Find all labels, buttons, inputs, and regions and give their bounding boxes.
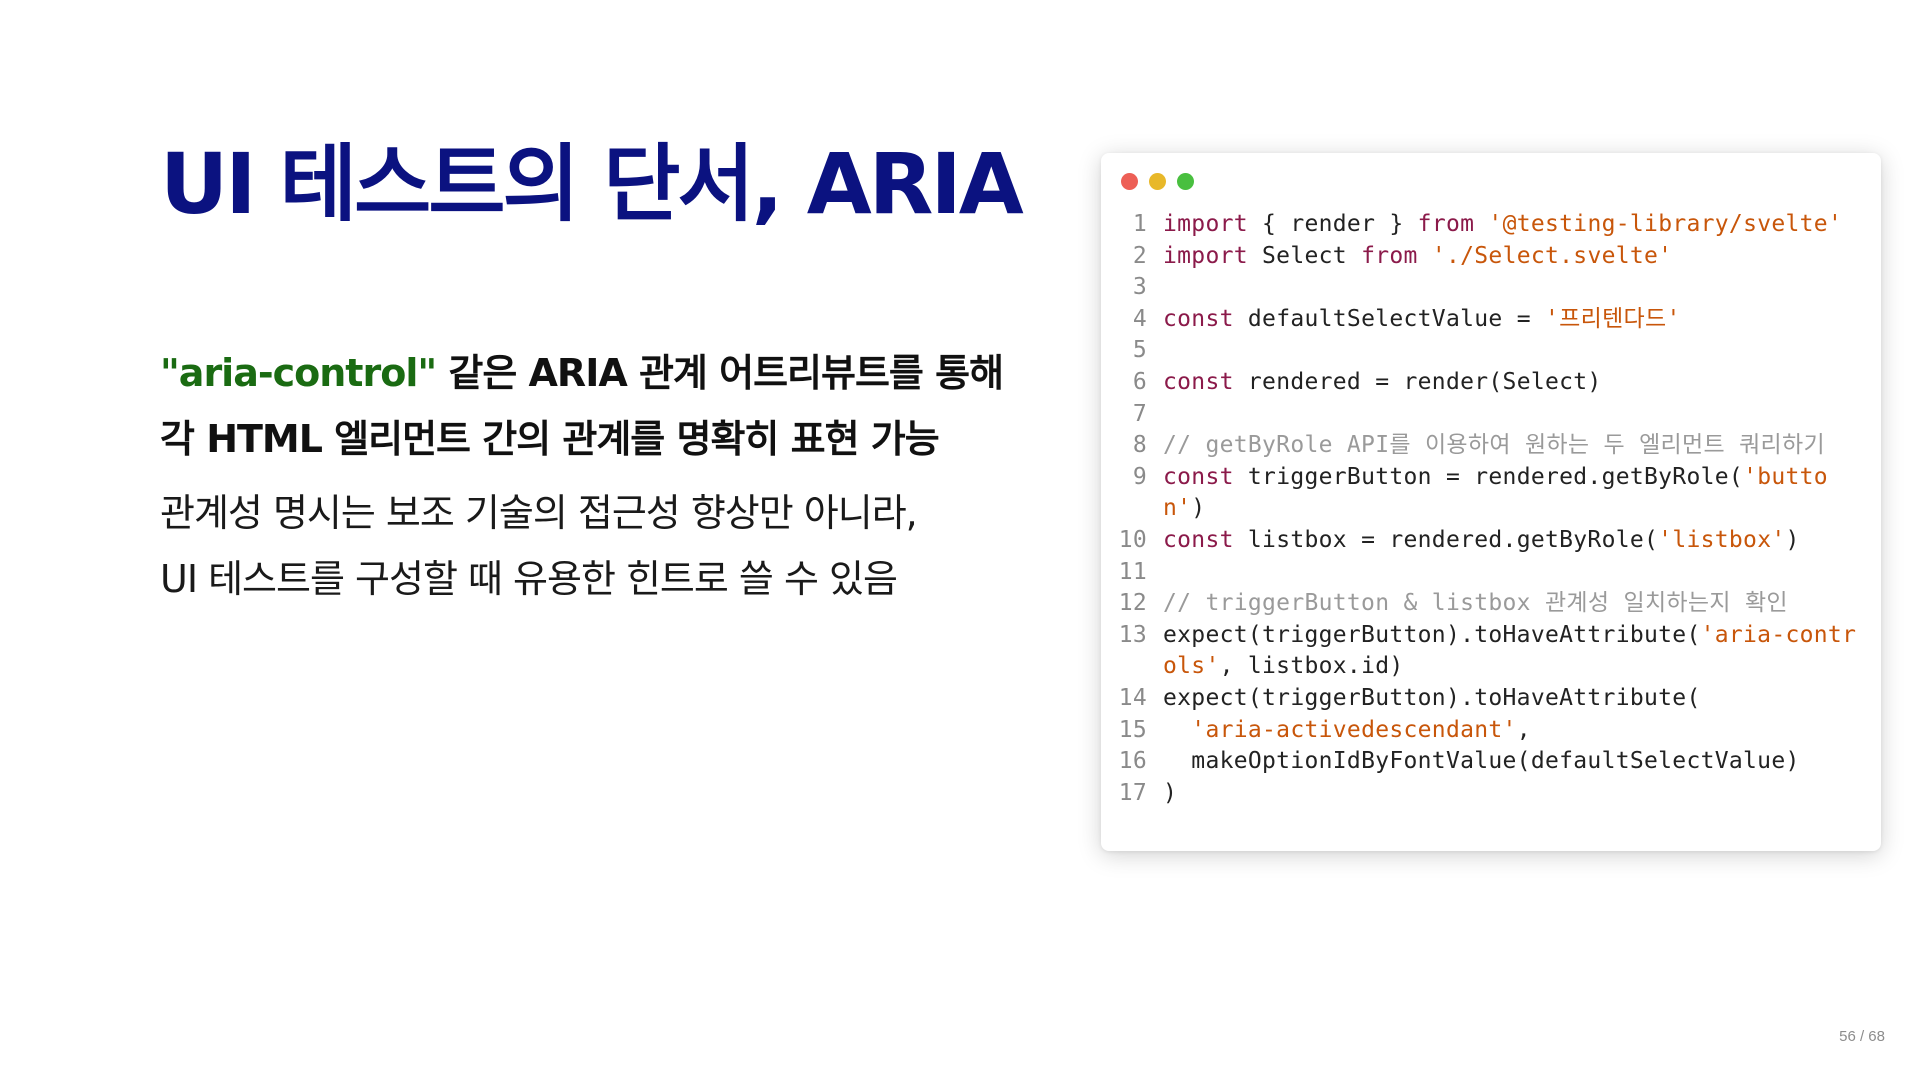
code-line: 5	[1101, 335, 1881, 367]
code-text: expect(triggerButton).toHaveAttribute('a…	[1163, 620, 1863, 683]
line-number: 4	[1132, 305, 1147, 332]
code-plain: triggerButton = rendered.getByRole(	[1233, 463, 1744, 490]
maximize-dot-icon	[1177, 173, 1194, 190]
code-line: 15 'aria-activedescendant',	[1101, 715, 1881, 747]
code-line: 11	[1101, 557, 1881, 589]
code-plain: rendered = render(Select)	[1233, 368, 1602, 395]
line-number: 15	[1118, 716, 1147, 743]
code-text: // getByRole API를 이용하여 원하는 두 엘리먼트 쿼리하기	[1163, 430, 1863, 462]
code-text: import { render } from '@testing-library…	[1163, 209, 1863, 241]
code-line: 2 import Select from './Select.svelte'	[1101, 241, 1881, 273]
code-keyword: const	[1163, 368, 1234, 395]
code-line: 14 expect(triggerButton).toHaveAttribute(	[1101, 683, 1881, 715]
line-number: 1	[1132, 211, 1147, 237]
code-line: 10 const listbox = rendered.getByRole('li…	[1101, 525, 1881, 557]
code-plain: ,	[1516, 716, 1531, 743]
code-keyword: from	[1417, 211, 1475, 237]
line-number: 10	[1118, 526, 1147, 553]
code-text: 'aria-activedescendant',	[1163, 715, 1863, 747]
code-text: makeOptionIdByFontValue(defaultSelectVal…	[1163, 746, 1863, 778]
code-plain: )	[1163, 779, 1178, 806]
code-plain: { render }	[1247, 211, 1418, 237]
code-string: 'aria-activedescendant'	[1191, 716, 1517, 743]
code-string: '프리텐다드'	[1545, 305, 1681, 332]
line-number: 8	[1132, 432, 1147, 459]
code-plain: listbox = rendered.getByRole(	[1233, 526, 1659, 553]
lead-line-2: 각 HTML 엘리먼트 간의 관계를 명확히 표현 가능	[160, 417, 940, 461]
line-number: 16	[1118, 748, 1147, 775]
code-text: expect(triggerButton).toHaveAttribute(	[1163, 683, 1863, 715]
code-string: './Select.svelte'	[1431, 242, 1673, 269]
line-number: 9	[1132, 463, 1147, 490]
code-line: 16 makeOptionIdByFontValue(defaultSelect…	[1101, 746, 1881, 778]
code-comment: // getByRole API를 이용하여 원하는 두 엘리먼트 쿼리하기	[1163, 432, 1825, 459]
code-line: 6 const rendered = render(Select)	[1101, 367, 1881, 399]
line-number: 12	[1118, 590, 1147, 617]
code-plain: defaultSelectValue =	[1233, 305, 1545, 332]
code-line: 13 expect(triggerButton).toHaveAttribute(…	[1101, 620, 1881, 683]
code-text: const listbox = rendered.getByRole('list…	[1163, 525, 1863, 557]
code-string: '@testing-library/svelte'	[1488, 211, 1843, 237]
code-string: 'listbox'	[1658, 526, 1786, 553]
line-number: 13	[1118, 621, 1147, 648]
code-plain	[1163, 717, 1191, 743]
minimize-dot-icon	[1149, 173, 1166, 190]
code-plain	[1418, 243, 1432, 269]
code-keyword: from	[1361, 242, 1418, 269]
line-number: 7	[1132, 400, 1147, 427]
code-line: 7	[1101, 399, 1881, 431]
code-line: 17)	[1101, 778, 1881, 810]
line-number: 11	[1118, 558, 1147, 585]
code-comment: // triggerButton & listbox 관계성 일치하는지 확인	[1163, 590, 1788, 617]
code-keyword: const	[1163, 463, 1234, 490]
line-number: 5	[1132, 337, 1147, 364]
code-block: 1 import { render } from '@testing-librar…	[1101, 209, 1881, 809]
line-number: 3	[1132, 274, 1147, 301]
code-text: import Select from './Select.svelte'	[1163, 241, 1863, 273]
code-plain: makeOptionIdByFontValue(defaultSelectVal…	[1163, 748, 1800, 775]
code-keyword: import	[1163, 242, 1248, 269]
code-keyword: import	[1163, 211, 1248, 237]
code-line: 12 // triggerButton & listbox 관계성 일치하는지 확…	[1101, 588, 1881, 620]
code-keyword: const	[1163, 305, 1234, 332]
code-plain: expect(triggerButton).toHaveAttribute(	[1163, 621, 1701, 648]
sub-text: 관계성 명시는 보조 기술의 접근성 향상만 아니라, UI 테스트를 구성할 …	[160, 480, 1060, 612]
code-text: const defaultSelectValue = '프리텐다드'	[1163, 304, 1863, 336]
page-number: 56 / 68	[1839, 1028, 1885, 1045]
code-plain: , listbox.id)	[1219, 653, 1404, 680]
code-line: 8 // getByRole API를 이용하여 원하는 두 엘리먼트 쿼리하기	[1101, 430, 1881, 462]
lead-text: "aria-control" 같은 ARIA 관계 어트리뷰트를 통해 각 HT…	[160, 340, 1060, 472]
lead-line-1: "aria-control" 같은 ARIA 관계 어트리뷰트를 통해	[160, 340, 1060, 406]
code-plain: expect(triggerButton).toHaveAttribute(	[1163, 684, 1701, 711]
code-line: 3	[1101, 272, 1881, 304]
line-number: 2	[1132, 242, 1147, 269]
code-text: // triggerButton & listbox 관계성 일치하는지 확인	[1163, 588, 1863, 620]
code-plain: Select	[1247, 242, 1362, 269]
code-text: const rendered = render(Select)	[1163, 367, 1863, 399]
code-plain: )	[1191, 495, 1206, 522]
code-line: 1 import { render } from '@testing-librar…	[1101, 209, 1881, 241]
close-dot-icon	[1121, 173, 1138, 190]
code-text: )	[1163, 778, 1863, 810]
lead-line-1-rest: 같은 ARIA 관계 어트리뷰트를 통해	[436, 351, 1004, 395]
line-number: 17	[1118, 779, 1147, 806]
code-keyword: const	[1163, 526, 1234, 553]
aria-control-highlight: "aria-control"	[160, 351, 437, 395]
code-line: 4 const defaultSelectValue = '프리텐다드'	[1101, 304, 1881, 336]
sub-line-2: UI 테스트를 구성할 때 유용한 힌트로 쓸 수 있음	[160, 557, 898, 601]
window-controls	[1121, 173, 1194, 190]
code-text: const triggerButton = rendered.getByRole…	[1163, 462, 1863, 525]
code-line: 9 const triggerButton = rendered.getByRol…	[1101, 462, 1881, 525]
sub-line-1: 관계성 명시는 보조 기술의 접근성 향상만 아니라,	[160, 491, 918, 535]
line-number: 6	[1132, 368, 1147, 395]
slide-title: UI 테스트의 단서, ARIA	[160, 135, 1024, 233]
code-plain: )	[1785, 526, 1800, 553]
line-number: 14	[1118, 684, 1147, 711]
code-window: 1 import { render } from '@testing-librar…	[1101, 153, 1881, 851]
code-plain	[1474, 211, 1488, 237]
